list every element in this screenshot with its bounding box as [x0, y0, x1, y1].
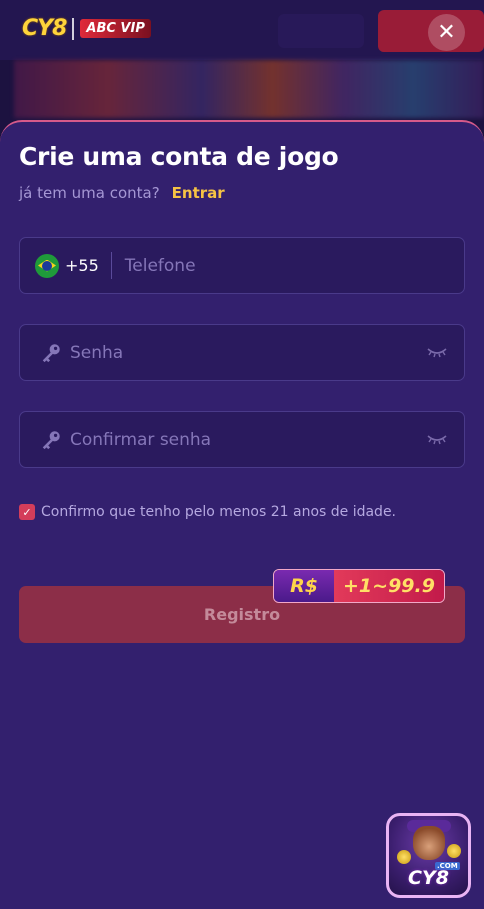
page-title: Crie uma conta de jogo	[19, 142, 339, 171]
bonus-currency: R$	[274, 570, 334, 602]
brazil-flag-icon[interactable]	[35, 253, 59, 278]
phone-input[interactable]: Telefone	[125, 256, 196, 276]
app-download-icon[interactable]: .COM CY8	[386, 813, 471, 898]
coin-icon	[397, 850, 411, 864]
eye-closed-icon[interactable]	[427, 432, 447, 446]
background-login-button	[278, 14, 364, 48]
background-banner	[14, 60, 484, 118]
coin-icon	[447, 844, 461, 858]
age-confirm-row[interactable]: ✓ Confirmo que tenho pelo menos 21 anos …	[19, 504, 396, 520]
register-modal: Crie uma conta de jogo já tem uma conta?…	[0, 120, 484, 909]
key-icon	[42, 343, 60, 362]
logo-text: CY8	[22, 16, 67, 41]
login-prompt-text: já tem uma conta?	[19, 184, 160, 202]
bonus-amount: +1~99.9	[334, 570, 444, 602]
age-confirm-label[interactable]: Confirmo que tenho pelo menos 21 anos de…	[41, 504, 396, 520]
bonus-badge: R$ +1~99.9	[273, 569, 445, 603]
country-code[interactable]: +55	[65, 256, 99, 275]
app-icon-label: CY8	[408, 867, 449, 889]
password-input[interactable]: Senha	[70, 343, 123, 363]
character-face	[413, 826, 445, 860]
confirm-password-input[interactable]: Confirmar senha	[70, 430, 211, 450]
confirm-password-field[interactable]: Confirmar senha	[19, 411, 465, 468]
partner-logo: ABC VIP	[80, 19, 151, 38]
field-divider	[110, 252, 112, 279]
close-button[interactable]: ✕	[428, 14, 465, 51]
logo-divider	[72, 17, 75, 40]
login-prompt: já tem uma conta? Entrar	[19, 184, 225, 202]
age-confirm-checkbox[interactable]: ✓	[19, 504, 35, 520]
phone-field[interactable]: +55 Telefone	[19, 237, 465, 294]
login-link[interactable]: Entrar	[172, 184, 225, 202]
password-field[interactable]: Senha	[19, 324, 465, 381]
site-logo: CY8 ABC VIP	[22, 16, 151, 41]
close-icon: ✕	[437, 19, 456, 45]
eye-closed-icon[interactable]	[427, 345, 447, 359]
key-icon	[42, 430, 60, 449]
